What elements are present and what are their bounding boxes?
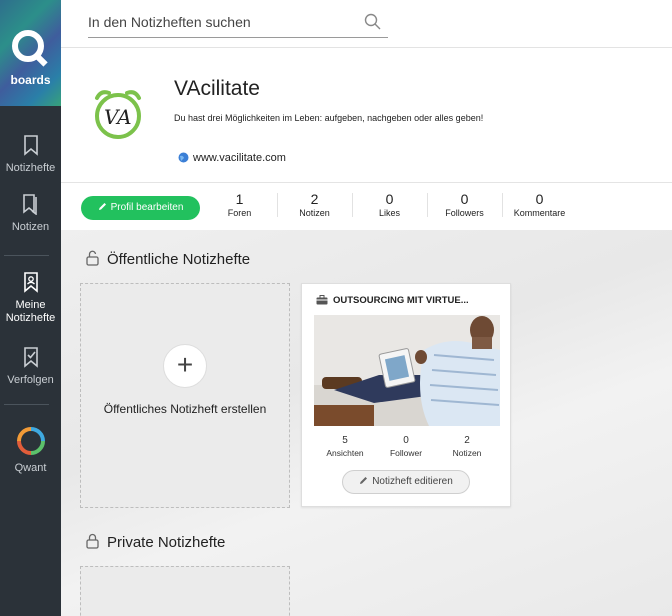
profile-header: VA VAcilitate Du hast drei Möglichkeiten… — [61, 48, 672, 182]
my-notebooks-icon — [23, 272, 38, 293]
sidebar-item-verfolgen[interactable]: Verfolgen — [0, 346, 61, 386]
sidebar-divider — [4, 255, 49, 256]
stat-value: 0 — [403, 435, 409, 446]
notebook-card[interactable]: OUTSOURCING MIT VIRTUE... 5 Ansichten 0 … — [301, 283, 511, 507]
search-icon[interactable] — [364, 13, 382, 31]
stat-label: Ansichten — [326, 448, 364, 458]
stat-value: 5 — [342, 435, 348, 446]
stat-label: Foren — [227, 208, 252, 218]
stat-kommentare: 0 Kommentare — [502, 191, 577, 218]
stat-value: 2 — [464, 435, 470, 446]
globe-icon — [178, 152, 189, 163]
avatar: VA — [95, 90, 141, 139]
sidebar-item-label: Meine Notizhefte — [5, 299, 56, 324]
sidebar: boards Notizhefte Notizen Meine Notizhef… — [0, 0, 61, 616]
lock-icon — [86, 533, 99, 549]
create-public-notebook-card[interactable]: + Öffentliches Notizheft erstellen — [80, 283, 290, 508]
stat-notizen: 2 Notizen — [277, 191, 352, 218]
sidebar-item-label: Qwant — [14, 462, 47, 474]
logo-text: boards — [10, 73, 51, 87]
main-content: Öffentliche Notizhefte + Öffentliches No… — [61, 230, 672, 616]
create-private-notebook-card[interactable] — [80, 566, 290, 616]
edit-notebook-button[interactable]: Notizheft editieren — [342, 470, 470, 494]
briefcase-icon — [316, 295, 328, 305]
sidebar-item-notizen[interactable]: Notizen — [0, 193, 61, 233]
stat-foren: 1 Foren — [202, 191, 277, 218]
private-section-title: Private Notizhefte — [86, 533, 225, 551]
stat-value: 0 — [535, 191, 544, 207]
private-section-title-text: Private Notizhefte — [107, 534, 226, 551]
stat-followers: 0 Followers — [427, 191, 502, 218]
stat-value: 0 — [385, 191, 394, 207]
unlocked-icon — [86, 250, 99, 266]
search-box — [88, 8, 388, 38]
follow-icon — [23, 347, 38, 368]
notebook-stat-notes: 2 Notizen — [437, 435, 497, 458]
stat-label: Kommentare — [513, 208, 566, 218]
stat-value: 0 — [460, 191, 469, 207]
create-public-notebook-label: Öffentliches Notizheft erstellen — [103, 402, 267, 416]
profile-name: VAcilitate — [174, 77, 260, 100]
pencil-icon — [98, 203, 106, 210]
stat-value: 2 — [310, 191, 319, 207]
stat-likes: 0 Likes — [352, 191, 427, 218]
plus-icon: + — [163, 344, 207, 388]
stat-label: Notizen — [452, 448, 482, 458]
boards-logo[interactable]: boards — [0, 0, 61, 106]
top-bar — [61, 0, 672, 48]
stat-label: Followers — [445, 208, 484, 218]
profile-website[interactable]: www.vacilitate.com — [178, 152, 286, 164]
sidebar-item-qwant[interactable]: Qwant — [0, 426, 61, 474]
sidebar-item-label: Verfolgen — [7, 374, 54, 386]
edit-profile-button[interactable]: Profil bearbeiten — [81, 196, 200, 220]
sidebar-item-label: Notizen — [11, 221, 50, 233]
notebook-title: OUTSOURCING MIT VIRTUE... — [316, 295, 469, 306]
search-input[interactable] — [88, 8, 348, 36]
notebook-stat-views: 5 Ansichten — [315, 435, 375, 458]
qwant-logo-icon — [16, 427, 45, 455]
edit-notebook-label: Notizheft editieren — [372, 476, 453, 487]
notebook-title-text: OUTSOURCING MIT VIRTUE... — [333, 295, 469, 306]
double-bookmark-icon — [22, 194, 37, 215]
notebook-stat-follower: 0 Follower — [376, 435, 436, 458]
qwant-q-icon — [12, 30, 44, 62]
edit-profile-label: Profil bearbeiten — [110, 202, 184, 213]
sidebar-item-notizhefte[interactable]: Notizhefte — [0, 134, 61, 174]
stat-value: 1 — [235, 191, 244, 207]
profile-stats: Profil bearbeiten 1 Foren 2 Notizen 0 Li… — [61, 182, 672, 230]
pencil-icon — [360, 477, 368, 484]
profile-website-text: www.vacilitate.com — [193, 152, 286, 164]
public-section-title-text: Öffentliche Notizhefte — [107, 251, 251, 268]
sidebar-item-meine-notizhefte[interactable]: Meine Notizhefte — [0, 271, 61, 325]
bookmark-icon — [23, 135, 38, 156]
stat-label: Follower — [389, 448, 423, 458]
stat-label: Notizen — [299, 208, 330, 218]
public-section-title: Öffentliche Notizhefte — [86, 250, 250, 268]
sidebar-divider — [4, 404, 49, 405]
notebook-cover-image[interactable] — [314, 315, 500, 426]
profile-description: Du hast drei Möglichkeiten im Leben: auf… — [174, 113, 484, 123]
sidebar-item-label: Notizhefte — [5, 162, 56, 174]
svg-text:VA: VA — [104, 105, 132, 129]
stat-label: Likes — [378, 208, 400, 218]
